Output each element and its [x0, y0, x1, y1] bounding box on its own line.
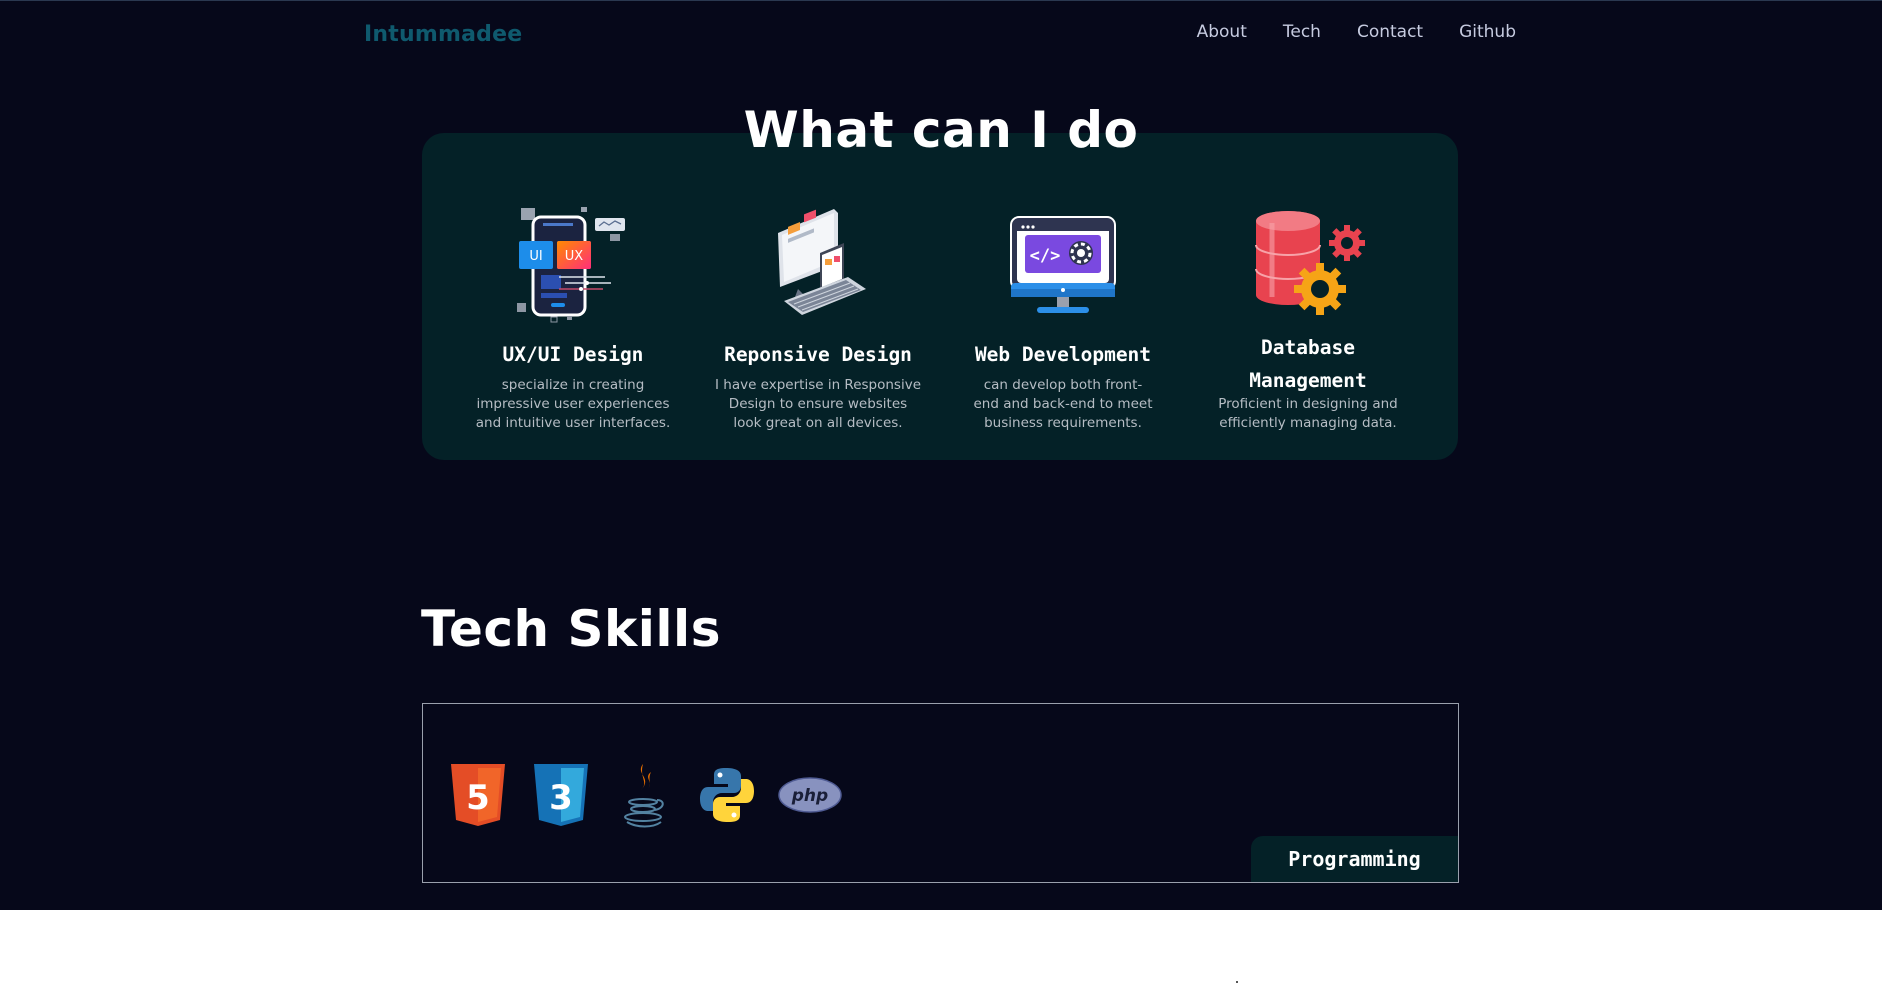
title-line: Database — [1261, 336, 1355, 359]
php-label: php — [791, 786, 828, 806]
nav-links: About Tech Contact Github — [1197, 22, 1516, 42]
services-card: UI UX UX/UI Design specialize in creatin… — [422, 133, 1458, 460]
python-icon[interactable] — [696, 762, 758, 828]
service-description: can develop both front- end and back-end… — [948, 376, 1178, 433]
nav-link-github[interactable]: Github — [1459, 22, 1516, 42]
category-tag-programming[interactable]: Programming — [1251, 836, 1458, 882]
ux-ui-design-icon: UI UX — [517, 207, 625, 323]
service-responsive: Reponsive Design I have expertise in Res… — [703, 133, 933, 460]
stray-dot — [1236, 981, 1238, 983]
desc-line: I have expertise in Responsive — [714, 377, 922, 393]
services-section-title: What can I do — [743, 101, 1139, 159]
desc-line: and intuitive user interfaces. — [475, 415, 671, 431]
desc-line: efficiently managing data. — [1219, 415, 1397, 431]
service-description: specialize in creating impressive user e… — [458, 376, 688, 433]
responsive-design-icon — [778, 209, 866, 315]
service-title: Web Development — [974, 343, 1152, 366]
service-web-development: </> Web Development can develop both fro… — [948, 133, 1178, 460]
skills-box: 5 3 php Programming — [422, 703, 1459, 883]
service-description: I have expertise in Responsive Design to… — [703, 376, 933, 433]
html5-icon[interactable]: 5 — [447, 762, 509, 828]
title-line: Management — [1249, 369, 1367, 392]
desc-line: specialize in creating — [501, 377, 645, 393]
css3-badge: 3 — [549, 778, 573, 818]
service-title: UX/UI Design — [502, 343, 644, 366]
desc-line: Proficient in designing and — [1218, 396, 1398, 412]
desc-line: can develop both front- — [983, 377, 1143, 393]
svg-text:UI: UI — [529, 249, 542, 264]
desc-line: impressive user experiences — [476, 396, 670, 412]
service-description: Proficient in designing and efficiently … — [1193, 395, 1423, 433]
desc-line: business requirements. — [984, 415, 1142, 431]
service-title: Reponsive Design — [724, 343, 912, 366]
svg-text:</>: </> — [1030, 246, 1061, 266]
html5-badge: 5 — [466, 778, 490, 818]
nav-link-contact[interactable]: Contact — [1357, 22, 1423, 42]
desc-line: look great on all devices. — [733, 415, 903, 431]
web-development-icon: </> — [1010, 216, 1116, 313]
nav-link-about[interactable]: About — [1197, 22, 1247, 42]
nav-link-tech[interactable]: Tech — [1283, 22, 1321, 42]
brand-logo[interactable]: Intummadee — [364, 22, 522, 47]
tech-skills-title: Tech Skills — [421, 600, 721, 658]
svg-text:UX: UX — [565, 249, 584, 264]
desc-line: Design to ensure websites — [728, 396, 908, 412]
css3-icon[interactable]: 3 — [530, 762, 592, 828]
service-ux-ui: UI UX UX/UI Design specialize in creatin… — [458, 133, 688, 460]
service-title: Database Management — [1193, 331, 1423, 397]
top-navbar: Intummadee About Tech Contact Github — [0, 0, 1882, 70]
php-icon[interactable]: php — [777, 762, 843, 828]
database-management-icon — [1255, 211, 1365, 315]
desc-line: end and back-end to meet — [973, 396, 1153, 412]
java-icon[interactable] — [613, 762, 675, 828]
service-database-management: Database Management Proficient in design… — [1193, 133, 1423, 460]
